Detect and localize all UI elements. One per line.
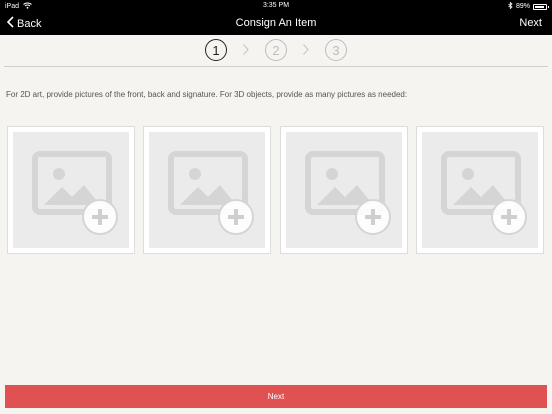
nav-next-button[interactable]: Next: [519, 17, 542, 29]
photo-slot-4[interactable]: [416, 126, 544, 254]
step-1: 1: [205, 39, 227, 61]
next-button[interactable]: Next: [5, 385, 547, 408]
battery-percent: 89%: [515, 3, 530, 10]
bluetooth-icon: [508, 1, 513, 11]
status-bar: iPad 3:35 PM 89%: [0, 0, 552, 12]
status-right: 89%: [508, 1, 549, 11]
page-title: Consign An Item: [235, 17, 317, 29]
photo-slot-2[interactable]: [143, 126, 271, 254]
battery-fill: [535, 5, 544, 8]
divider: [4, 66, 548, 67]
step-3: 3: [325, 39, 347, 61]
instruction-text: For 2D art, provide pictures of the fron…: [6, 90, 408, 99]
step-2: 2: [265, 39, 287, 61]
battery-icon: [533, 3, 549, 10]
photo-slot-3[interactable]: [280, 126, 408, 254]
step-indicator: 1 2 3: [0, 39, 552, 61]
navigation-bar: Back Consign An Item Next: [0, 12, 552, 35]
next-button-label: Next: [267, 392, 285, 401]
chevron-right-icon: [242, 43, 250, 61]
status-time: 3:35 PM: [262, 2, 290, 9]
chevron-right-icon: [302, 43, 310, 61]
photo-slot-1[interactable]: [7, 126, 135, 254]
